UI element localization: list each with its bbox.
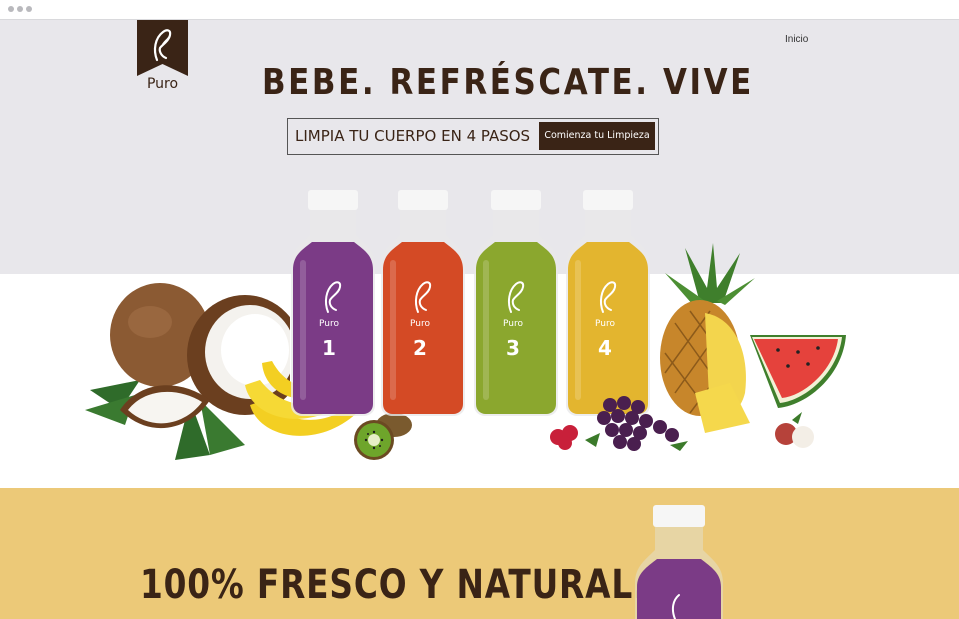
window-close-dot[interactable] bbox=[8, 6, 14, 12]
fresh-natural-headline: 100% FRESCO Y NATURAL. bbox=[140, 562, 647, 608]
bottle-1-leaf-icon bbox=[324, 281, 342, 313]
bottle-3-leaf-icon bbox=[507, 281, 525, 313]
bottle-4-number: 4 bbox=[598, 336, 612, 360]
bottle-4-brand: Puro bbox=[595, 319, 615, 329]
lychee-image bbox=[775, 412, 814, 448]
watermelon-image bbox=[750, 335, 846, 408]
hero-headline: BEBE. REFRÉSCATE. VIVE bbox=[262, 62, 754, 103]
bottle-3-brand: Puro bbox=[503, 319, 523, 329]
bottle-1-number: 1 bbox=[322, 336, 336, 360]
browser-chrome bbox=[0, 0, 959, 20]
start-cleanse-button[interactable]: Comienza tu Limpieza bbox=[539, 122, 655, 150]
bottle-2-number: 2 bbox=[413, 336, 427, 360]
bottle-3-number: 3 bbox=[506, 336, 520, 360]
nav-inicio-link[interactable]: Inicio bbox=[785, 34, 808, 45]
window-minimize-dot[interactable] bbox=[17, 6, 23, 12]
bottle-4-leaf-icon bbox=[599, 281, 617, 313]
window-maximize-dot[interactable] bbox=[26, 6, 32, 12]
cta-text: LIMPIA TU CUERPO EN 4 PASOS bbox=[295, 127, 531, 145]
logo-leaf-icon[interactable] bbox=[137, 20, 188, 76]
bottle-2-brand: Puro bbox=[410, 319, 430, 329]
featured-bottle[interactable] bbox=[633, 505, 725, 619]
pineapple-image bbox=[660, 243, 755, 433]
brand-name[interactable]: Puro bbox=[137, 76, 188, 92]
bottle-1-brand: Puro bbox=[319, 319, 339, 329]
bottle-2-leaf-icon bbox=[414, 281, 432, 313]
